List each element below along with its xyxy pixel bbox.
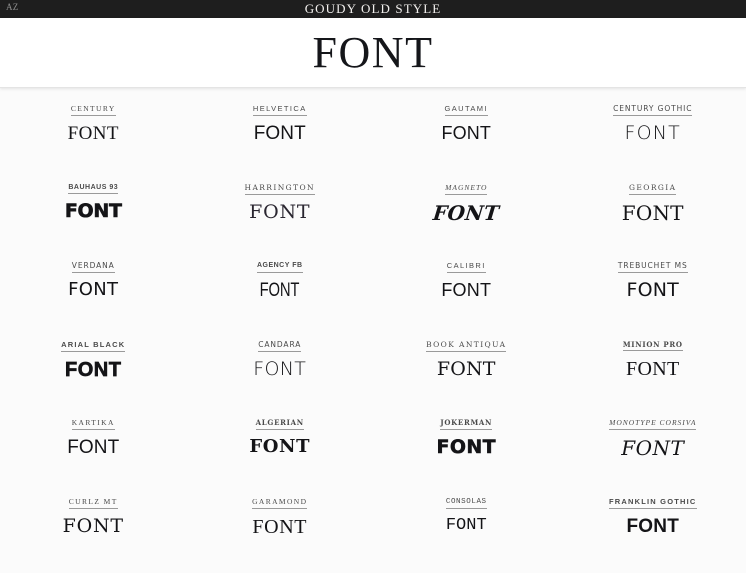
font-name-label: CURLZ MT <box>69 498 118 509</box>
font-name-label: ARIAL BLACK <box>61 341 125 352</box>
font-sample-cell[interactable]: CONSOLAS FONT <box>373 495 560 573</box>
font-name-label: KARTIKA <box>72 419 115 430</box>
az-sort-label[interactable]: AZ <box>6 2 19 12</box>
font-sample-cell[interactable]: CALIBRI FONT <box>373 259 560 338</box>
top-bar: AZ GOUDY OLD STYLE <box>0 0 746 18</box>
font-sample-word: FONT <box>432 202 500 225</box>
font-sample-word: FONT <box>442 123 491 144</box>
font-sample-cell[interactable]: KARTIKA FONT <box>0 416 187 495</box>
font-sample-cell[interactable]: GARAMOND FONT <box>187 495 374 573</box>
hero-sample-word: FONT <box>313 31 434 75</box>
font-sample-word: FONT <box>63 516 124 538</box>
font-sample-word: FONT <box>441 280 491 301</box>
font-grid: CENTURYFONTHELVETICAFONTGAUTAMIFONTCENTU… <box>0 88 746 573</box>
font-name-label: MINION PRO <box>623 341 683 352</box>
font-sample-cell[interactable]: GEORGIA FONT <box>560 181 746 260</box>
font-sample-word: FONT <box>624 123 681 145</box>
font-name-label: CENTURY <box>71 105 116 116</box>
font-sample-word: FONT <box>626 280 679 302</box>
font-sample-cell[interactable]: GAUTAMI FONT <box>373 102 560 181</box>
font-name-label: HELVETICA <box>253 105 307 116</box>
font-sample-word: FONT <box>260 280 300 302</box>
font-name-label: CENTURY GOTHIC <box>613 105 692 116</box>
font-sample-cell[interactable]: HARRINGTON FONT <box>187 181 374 260</box>
font-name-label: JOKERMAN <box>440 419 492 430</box>
font-sample-cell[interactable]: MONOTYPE CORSIVA FONT <box>560 416 746 495</box>
font-name-label: VERDANA <box>72 262 115 273</box>
font-sample-cell[interactable]: TREBUCHET MS FONT <box>560 259 746 338</box>
font-sample-cell[interactable]: CANDARA FONT <box>187 338 374 417</box>
font-sample-word: FONT <box>68 123 119 145</box>
font-name-label: MAGNETO <box>445 184 487 195</box>
font-name-label: CANDARA <box>258 341 301 352</box>
font-sample-cell[interactable]: MINION PRO FONT <box>560 338 746 417</box>
font-sample-word: FONT <box>437 359 496 381</box>
font-sample-cell[interactable]: BOOK ANTIQUA FONT <box>373 338 560 417</box>
font-name-label: BAUHAUS 93 <box>68 184 118 195</box>
font-sample-cell[interactable]: JOKERMAN FONT <box>373 416 560 495</box>
font-sample-cell[interactable]: ALGERIAN FONT <box>187 416 374 495</box>
font-sample-cell[interactable]: ARIAL BLACK FONT <box>0 338 187 417</box>
font-sample-word: FONT <box>249 437 310 458</box>
font-name-label: GEORGIA <box>629 184 676 195</box>
font-name-label: MONOTYPE CORSIVA <box>609 419 696 430</box>
font-sample-cell[interactable]: CENTURY GOTHIC FONT <box>560 102 746 181</box>
font-name-label: CALIBRI <box>447 262 486 273</box>
font-sample-cell[interactable]: CURLZ MT FONT <box>0 495 187 573</box>
page-title: GOUDY OLD STYLE <box>0 0 746 18</box>
font-name-label: BOOK ANTIQUA <box>426 341 506 352</box>
font-name-label: GARAMOND <box>252 498 307 509</box>
hero-section: FONT <box>0 18 746 88</box>
font-sample-cell[interactable]: BAUHAUS 93 FONT <box>0 181 187 260</box>
font-sample-word: FONT <box>65 359 121 382</box>
font-name-label: TREBUCHET MS <box>618 262 688 273</box>
font-sample-word: FONT <box>67 437 119 459</box>
font-sample-word: FONT <box>253 359 306 381</box>
font-sample-word: FONT <box>626 358 679 381</box>
font-sample-cell[interactable]: MAGNETO FONT <box>373 181 560 260</box>
font-specimen-page: AZ GOUDY OLD STYLE FONT CENTURY FONT HELVE… <box>0 0 746 543</box>
font-sample-word: FONT <box>249 202 310 224</box>
font-sample-cell[interactable]: AGENCY FB FONT <box>187 259 374 338</box>
font-name-label: GAUTAMI <box>445 105 488 116</box>
font-name-label: ALGERIAN <box>256 419 304 430</box>
font-sample-cell[interactable]: CENTURY FONT <box>0 102 187 181</box>
font-sample-word: FONT <box>621 437 684 460</box>
font-sample-word: FONT <box>65 201 122 223</box>
font-sample-word: FONT <box>252 516 307 539</box>
font-sample-word: FONT <box>68 280 118 301</box>
font-name-label: CONSOLAS <box>446 498 487 509</box>
font-sample-cell[interactable]: FRANKLIN GOTHIC FONT <box>560 495 746 573</box>
font-name-label: AGENCY FB <box>257 262 303 273</box>
font-sample-word: FONT <box>254 123 306 145</box>
font-sample-word: FONT <box>436 437 496 459</box>
font-sample-word: FONT <box>622 202 684 225</box>
font-sample-word: FONT <box>626 516 679 538</box>
font-sample-cell[interactable]: VERDANA FONT <box>0 259 187 338</box>
font-name-label: FRANKLIN GOTHIC <box>609 498 697 509</box>
font-name-label: HARRINGTON <box>245 184 315 195</box>
font-sample-word: FONT <box>446 516 487 536</box>
font-sample-cell[interactable]: HELVETICA FONT <box>187 102 374 181</box>
